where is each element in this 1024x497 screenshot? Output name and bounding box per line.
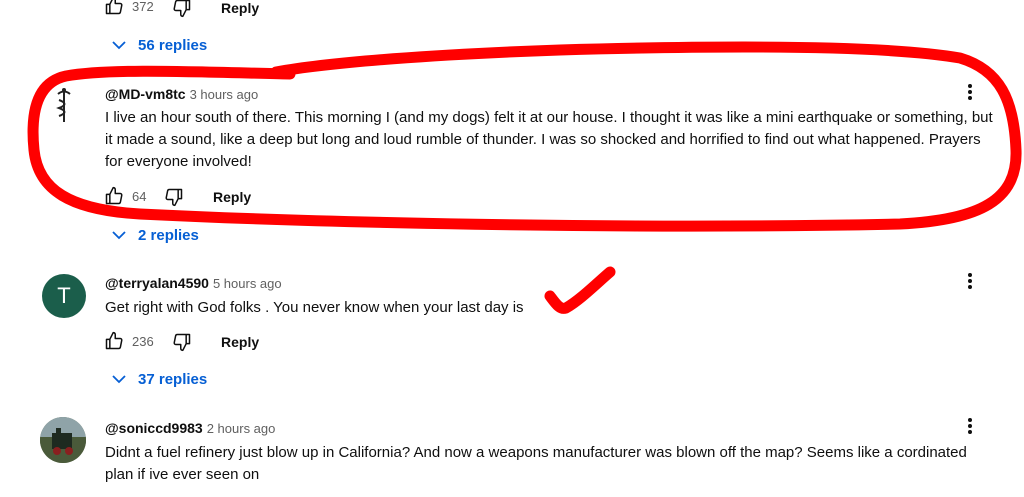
like-count: 372 xyxy=(132,0,154,14)
comment-text: I live an hour south of there. This morn… xyxy=(105,109,993,170)
thumbs-up-icon[interactable] xyxy=(104,331,124,351)
comment-time[interactable]: 3 hours ago xyxy=(190,87,259,102)
chevron-down-icon xyxy=(112,231,126,240)
like-count: 236 xyxy=(132,334,154,349)
comment-text: Get right with God folks . You never kno… xyxy=(105,299,524,316)
comment-author[interactable]: @soniccd9983 2 hours ago xyxy=(105,420,275,436)
avatar[interactable] xyxy=(40,417,86,463)
replies-label: 2 replies xyxy=(138,226,199,244)
reply-button[interactable]: Reply xyxy=(221,334,259,350)
thumbs-down-icon[interactable] xyxy=(172,0,192,18)
like-count: 64 xyxy=(132,189,147,204)
comment-time[interactable]: 2 hours ago xyxy=(207,421,276,436)
thumbs-down-icon[interactable] xyxy=(164,187,184,207)
comment-text: Didnt a fuel refinery just blow up in Ca… xyxy=(105,444,967,483)
comment-time[interactable]: 5 hours ago xyxy=(213,276,282,291)
replies-toggle[interactable]: 37 replies xyxy=(110,370,207,388)
thumbs-up-icon[interactable] xyxy=(104,186,124,206)
chevron-down-icon xyxy=(112,41,126,50)
avatar[interactable]: T xyxy=(42,274,86,318)
replies-toggle[interactable]: 56 replies xyxy=(110,36,207,54)
avatar-letter: T xyxy=(57,283,71,308)
comment-author[interactable]: @terryalan4590 5 hours ago xyxy=(105,275,282,291)
thumbs-up-icon[interactable] xyxy=(104,0,124,16)
more-vert-icon[interactable] xyxy=(960,416,980,440)
reply-button[interactable]: Reply xyxy=(213,189,251,205)
thumbs-down-icon[interactable] xyxy=(172,332,192,352)
caduceus-logo-icon xyxy=(56,88,71,122)
replies-label: 37 replies xyxy=(138,370,208,388)
replies-label: 56 replies xyxy=(138,36,208,54)
replies-toggle[interactable]: 2 replies xyxy=(110,226,199,244)
avatar[interactable] xyxy=(48,86,88,126)
more-vert-icon[interactable] xyxy=(960,271,980,295)
more-vert-icon[interactable] xyxy=(960,82,980,106)
chevron-down-icon xyxy=(112,375,126,384)
author-handle[interactable]: @terryalan4590 xyxy=(105,275,209,291)
train-photo-icon xyxy=(40,417,86,463)
comment-author[interactable]: @MD-vm8tc 3 hours ago xyxy=(105,86,258,102)
author-handle[interactable]: @MD-vm8tc xyxy=(105,86,186,102)
reply-button[interactable]: Reply xyxy=(221,0,259,16)
author-handle[interactable]: @soniccd9983 xyxy=(105,420,203,436)
